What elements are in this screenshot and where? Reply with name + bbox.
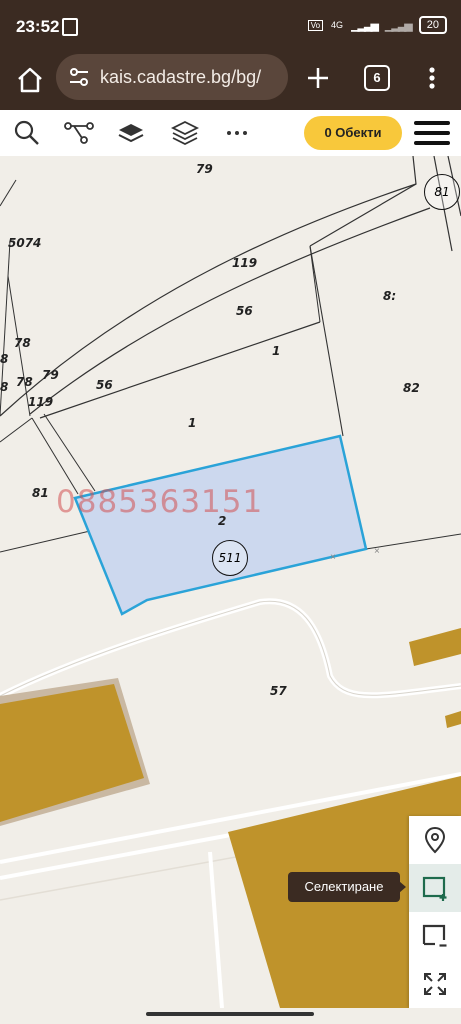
map-label: 78 bbox=[16, 375, 33, 389]
volte-icon: Vo bbox=[307, 19, 324, 31]
map-label: 56 bbox=[96, 378, 113, 392]
tooltip-arrow bbox=[399, 881, 406, 893]
home-icon[interactable] bbox=[14, 64, 46, 96]
map-label: 81 bbox=[32, 486, 49, 500]
signal-icon: ▁▂▃▅ bbox=[351, 19, 379, 32]
map-label: 79 bbox=[42, 368, 59, 382]
home-gesture-bar[interactable] bbox=[146, 1012, 314, 1016]
browser-bar: kais.cadastre.bg/bg/ 6 bbox=[0, 54, 461, 110]
url-bar[interactable]: kais.cadastre.bg/bg/ bbox=[56, 54, 288, 100]
battery-level: 20 bbox=[426, 19, 439, 31]
map-label: 82 bbox=[403, 381, 420, 395]
deselect-area-icon[interactable] bbox=[409, 912, 461, 960]
fullscreen-icon[interactable] bbox=[409, 960, 461, 1008]
nfc-icon bbox=[62, 18, 78, 36]
layers-icon[interactable] bbox=[116, 118, 146, 148]
select-area-icon[interactable] bbox=[409, 864, 461, 912]
route-icon[interactable] bbox=[64, 118, 94, 148]
select-tooltip: Селектиране bbox=[288, 872, 400, 902]
location-pin-icon[interactable] bbox=[409, 816, 461, 864]
map-label: 56 bbox=[236, 304, 253, 318]
plus-icon[interactable] bbox=[302, 62, 334, 94]
more-vertical-icon[interactable] bbox=[424, 62, 440, 94]
selected-parcel-number[interactable]: 511 bbox=[212, 540, 248, 576]
map-label: 119 bbox=[28, 395, 54, 409]
map-label: 8 bbox=[0, 352, 9, 366]
search-icon[interactable] bbox=[12, 118, 42, 148]
map-toolbar: 0 Обекти bbox=[0, 110, 461, 156]
battery-icon: 20 bbox=[418, 16, 447, 34]
system-nav-area bbox=[0, 1008, 461, 1024]
status-indicators: Vo 4G ▁▂▃▅ ▁▂▃▅ 20 bbox=[307, 16, 447, 34]
svg-text:×: × bbox=[330, 552, 336, 563]
map-label: 1 bbox=[188, 416, 197, 430]
layers-outline-icon[interactable] bbox=[170, 118, 200, 148]
map-label: 5074 bbox=[8, 236, 42, 250]
selected-parcel-label: 511 bbox=[218, 551, 242, 565]
map-label: 78 bbox=[14, 336, 31, 350]
map-label: 81 bbox=[434, 185, 450, 199]
status-time: 23:52 bbox=[16, 17, 60, 36]
tab-count-button[interactable]: 6 bbox=[364, 65, 390, 91]
status-bar: 23:52 Vo 4G ▁▂▃▅ ▁▂▃▅ 20 bbox=[0, 0, 461, 54]
objects-label: 0 Обекти bbox=[324, 125, 382, 140]
map-label: 57 bbox=[270, 684, 287, 698]
parcel-number-circle: 81 bbox=[424, 174, 460, 210]
svg-text:×: × bbox=[374, 546, 380, 557]
map-label: 8: bbox=[383, 289, 397, 303]
more-horizontal-icon[interactable] bbox=[222, 118, 252, 148]
url-text: kais.cadastre.bg/bg/ bbox=[100, 66, 262, 87]
map-label: 1 bbox=[272, 344, 281, 358]
objects-button[interactable]: 0 Обекти bbox=[304, 116, 402, 150]
map-label: 8 bbox=[0, 380, 9, 394]
map-label: 79 bbox=[196, 162, 213, 176]
tab-count: 6 bbox=[373, 70, 381, 85]
network-type: 4G bbox=[331, 20, 344, 30]
watermark: 0885363151 bbox=[56, 484, 264, 520]
signal-icon-2: ▁▂▃▅ bbox=[384, 19, 413, 32]
hamburger-icon[interactable] bbox=[414, 118, 450, 148]
map-label: 119 bbox=[232, 256, 258, 270]
map-side-tools bbox=[409, 816, 461, 1008]
tune-icon[interactable] bbox=[68, 66, 90, 88]
